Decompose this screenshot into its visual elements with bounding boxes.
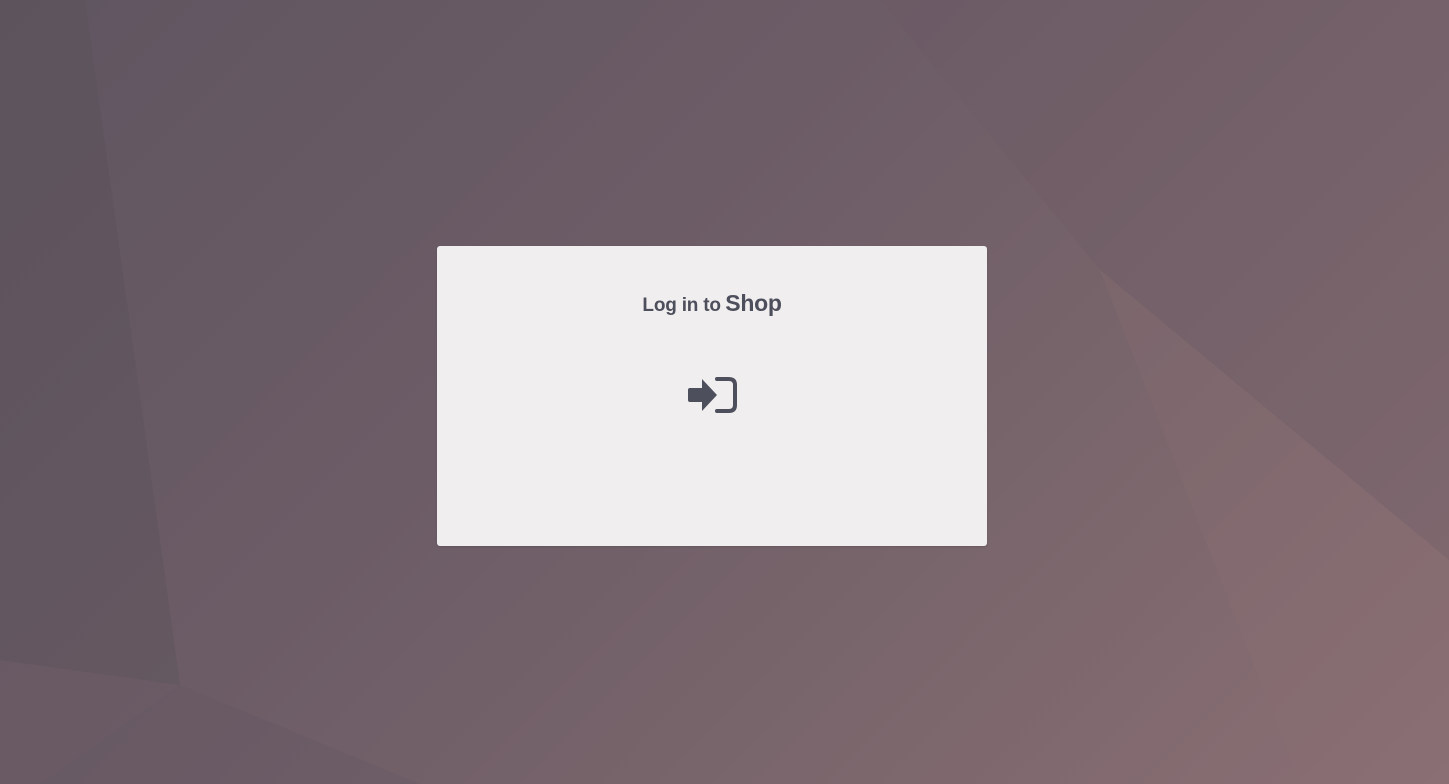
login-button[interactable] (685, 372, 739, 418)
login-card: Log in to Shop (437, 246, 987, 546)
login-title-brand: Shop (725, 290, 782, 316)
login-title: Log in to Shop (437, 290, 987, 317)
login-title-prefix: Log in to (642, 295, 721, 316)
sign-in-icon (688, 377, 737, 413)
